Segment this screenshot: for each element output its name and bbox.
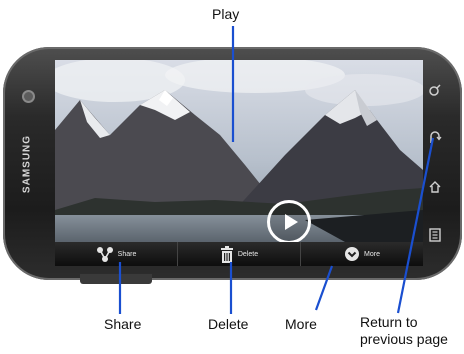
pointer-more [314, 265, 334, 311]
pointer-return [396, 137, 435, 314]
pointer-lines [118, 26, 435, 314]
